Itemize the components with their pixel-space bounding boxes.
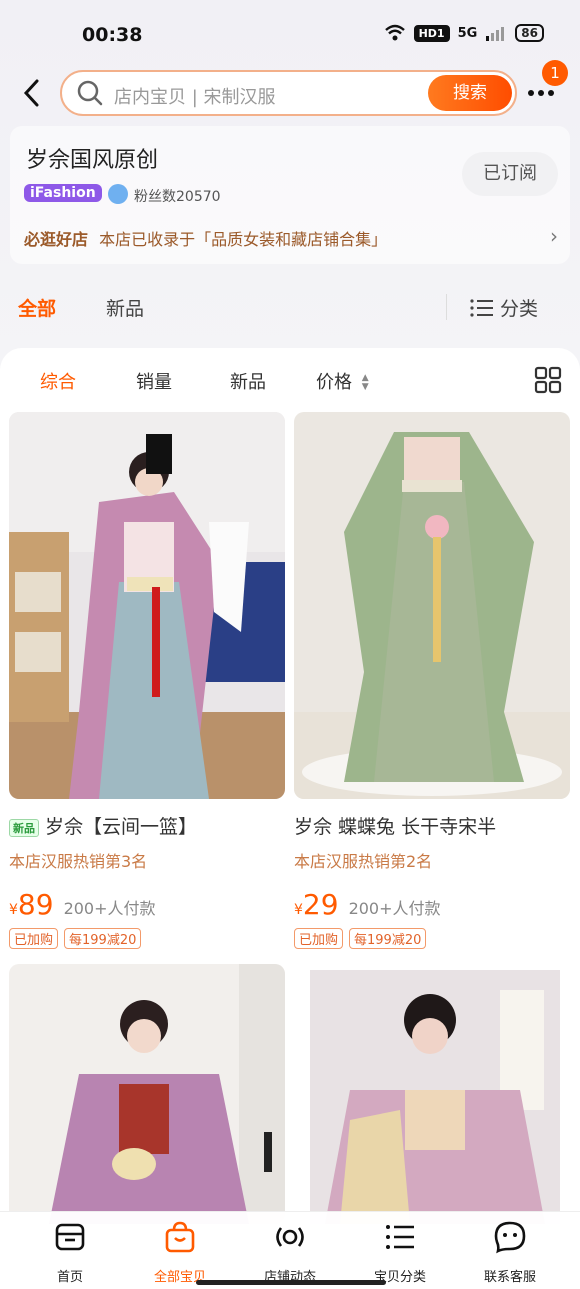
search-box[interactable]: 店内宝贝 | 宋制汉服 搜索 <box>60 70 517 116</box>
search-icon <box>77 80 103 106</box>
price-row: ¥29 200+人付款 <box>294 888 441 921</box>
fans-count: 粉丝数20570 <box>134 189 221 205</box>
cart-added-tag: 已加购 <box>294 928 344 949</box>
nav-label: 联系客服 <box>483 1270 536 1285</box>
category-button[interactable]: 分类 <box>470 294 538 321</box>
category-label: 分类 <box>500 298 539 320</box>
product-tags: 已加购 每199减20 <box>9 928 142 949</box>
discount-tag: 每199减20 <box>64 928 142 949</box>
tab-new[interactable]: 新品 <box>106 294 144 321</box>
list-icon <box>386 1225 414 1249</box>
nav-all-items[interactable]: 全部宝贝 <box>125 1220 235 1285</box>
product-card[interactable]: 岁佘 蝶蝶兔 长干寺宋半 本店汉服热销第2名 ¥29 200+人付款 已加购 每1… <box>294 412 570 952</box>
product-rank: 本店汉服热销第2名 <box>294 852 433 871</box>
search-input[interactable]: 店内宝贝 | 宋制汉服 <box>114 83 276 109</box>
signal-5g-icon: 5G <box>457 25 478 41</box>
status-time: 00:38 <box>82 24 143 46</box>
nav-home[interactable]: 首页 <box>15 1220 125 1285</box>
sort-arrows-icon: ▲ ▼ <box>361 373 369 392</box>
list-icon <box>470 299 493 317</box>
sort-new[interactable]: 新品 <box>230 368 266 394</box>
wifi-icon <box>384 24 405 41</box>
grid-view-icon[interactable] <box>534 366 562 394</box>
sort-comprehensive[interactable]: 综合 <box>40 368 76 394</box>
status-bar: 00:38 HD1 5G 86 <box>0 0 580 70</box>
bag-icon <box>165 1221 195 1253</box>
product-title-text: 岁佘【云间一篮】 <box>45 816 198 838</box>
product-image[interactable] <box>294 412 570 799</box>
subscribe-button[interactable]: 已订阅 <box>462 152 558 196</box>
tab-all[interactable]: 全部 <box>18 294 56 321</box>
sort-bar: 综合 销量 新品 价格 ▲ ▼ <box>0 348 580 410</box>
search-button[interactable]: 搜索 <box>428 75 512 111</box>
main-tabs: 全部 新品 分类 <box>0 284 580 332</box>
product-tags: 已加购 每199减20 <box>294 928 427 949</box>
chevron-left-icon <box>23 79 39 107</box>
product-price: 89 <box>17 888 54 921</box>
price-row: ¥89 200+人付款 <box>9 888 156 921</box>
product-image[interactable] <box>9 412 285 799</box>
discount-tag: 每199减20 <box>349 928 427 949</box>
broadcast-icon <box>276 1227 304 1247</box>
sort-price[interactable]: 价格 ▲ ▼ <box>316 368 369 394</box>
tab-divider <box>446 294 447 320</box>
home-indicator[interactable] <box>196 1280 386 1285</box>
chat-icon <box>494 1221 526 1254</box>
shop-icon <box>55 1223 85 1251</box>
notification-badge: 1 <box>542 60 568 86</box>
battery-icon: 86 <box>515 24 544 42</box>
nav-label: 首页 <box>56 1270 83 1285</box>
product-price: 29 <box>302 888 339 921</box>
back-button[interactable] <box>14 72 50 116</box>
hd-icon: HD1 <box>413 24 450 42</box>
signal-bars-icon <box>486 27 505 41</box>
sort-sales[interactable]: 销量 <box>136 368 172 394</box>
promo-highlight: 必逛好店 <box>24 230 89 249</box>
promo-text: 本店已收录于「品质女装和藏店铺合集」 <box>99 230 388 249</box>
currency-symbol: ¥ <box>294 902 303 918</box>
nav-customer-service[interactable]: 联系客服 <box>455 1220 565 1285</box>
new-tag: 新品 <box>9 818 39 837</box>
product-title[interactable]: 新品 岁佘【云间一篮】 <box>9 812 285 839</box>
fans-icon <box>108 184 128 204</box>
promo-banner[interactable]: 必逛好店 本店已收录于「品质女装和藏店铺合集」 <box>24 226 387 250</box>
product-card[interactable]: 新品 岁佘【云间一篮】 本店汉服热销第3名 ¥89 200+人付款 已加购 每199… <box>9 412 285 952</box>
product-panel: 综合 销量 新品 价格 ▲ ▼ 新品 岁佘【云间一篮】 本店汉服热销第3名 ¥8… <box>0 348 580 1289</box>
product-image[interactable] <box>310 970 560 1224</box>
top-bar: 店内宝贝 | 宋制汉服 搜索 1 <box>0 60 580 120</box>
currency-symbol: ¥ <box>9 902 18 918</box>
paid-count: 200+人付款 <box>348 899 441 918</box>
product-title[interactable]: 岁佘 蝶蝶兔 长干寺宋半 <box>294 812 570 839</box>
nav-shop-feed[interactable]: 店铺动态 <box>235 1220 345 1285</box>
ifashion-badge: iFashion <box>24 184 102 202</box>
shop-card[interactable]: 岁佘国风原创 iFashion 粉丝数20570 已订阅 必逛好店 本店已收录于… <box>10 126 570 264</box>
status-icons: HD1 5G 86 <box>384 24 544 42</box>
sort-price-label: 价格 <box>316 372 352 393</box>
bottom-nav: 首页 全部宝贝 店铺动态 宝贝分类 联系客服 <box>0 1211 580 1289</box>
shop-name: 岁佘国风原创 <box>26 148 159 173</box>
nav-categories[interactable]: 宝贝分类 <box>345 1220 455 1285</box>
product-rank: 本店汉服热销第3名 <box>9 852 148 871</box>
product-image[interactable] <box>9 964 285 1224</box>
paid-count: 200+人付款 <box>63 899 156 918</box>
chevron-right-icon: › <box>550 224 558 248</box>
cart-added-tag: 已加购 <box>9 928 59 949</box>
